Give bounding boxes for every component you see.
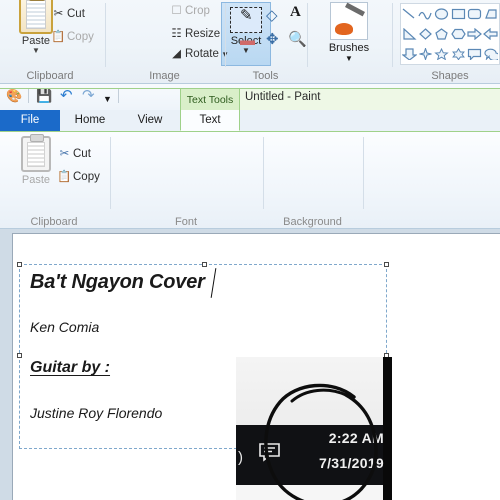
tab-home[interactable]: Home bbox=[60, 110, 120, 131]
image-group-label: Image bbox=[149, 70, 180, 82]
brushes-icon[interactable] bbox=[330, 2, 368, 40]
ribbon-group-image: Select ▼ ☐ Crop ☷ Resize ◢ Rotate ▼ Image bbox=[108, 0, 271, 84]
shape-down-arrow[interactable] bbox=[401, 44, 417, 64]
brushes-label: Brushes bbox=[328, 42, 370, 54]
pasted-screenshot-upper-area bbox=[236, 357, 384, 425]
clipboard-group-label-home: Clipboard bbox=[26, 70, 74, 82]
paste-icon bbox=[19, 0, 53, 34]
shape-pentagon[interactable] bbox=[434, 24, 450, 44]
shape-five-point-star[interactable] bbox=[434, 44, 450, 64]
copy-icon: 📋 bbox=[51, 31, 66, 43]
brushes-dropdown-caret-icon[interactable]: ▼ bbox=[310, 54, 388, 63]
shape-six-point-star[interactable] bbox=[450, 44, 466, 64]
shape-polygon[interactable] bbox=[483, 4, 499, 24]
fill-with-color-icon[interactable]: ◇ bbox=[266, 6, 278, 24]
shape-rounded-callout[interactable] bbox=[483, 44, 499, 64]
canvas-text-line-artist: Ken Comia bbox=[30, 319, 100, 335]
resize-handle-top-left[interactable] bbox=[17, 262, 22, 267]
ribbon-tab-strip: File Home View Text bbox=[0, 110, 500, 131]
resize-icon: ☷ bbox=[171, 28, 182, 40]
ribbon-group-shapes: Shapes bbox=[396, 0, 500, 84]
contextual-band-left bbox=[0, 88, 180, 110]
contextual-tab-group-title: Text Tools bbox=[180, 88, 240, 110]
shape-left-arrow[interactable] bbox=[483, 24, 499, 44]
tab-text[interactable]: Text bbox=[180, 110, 240, 131]
drawing-canvas[interactable]: Ba't Ngayon Cover Ken Comia Guitar by : … bbox=[12, 233, 500, 500]
pasted-right-edge-bar bbox=[383, 357, 392, 500]
resize-handle-middle-left[interactable] bbox=[17, 353, 22, 358]
resize-button[interactable]: ☷ Resize bbox=[168, 26, 220, 40]
resize-handle-top-right[interactable] bbox=[384, 262, 389, 267]
crop-icon: ☐ bbox=[171, 5, 182, 17]
canvas-text-line-title: Ba't Ngayon Cover bbox=[30, 271, 205, 293]
pasted-taskbar-screenshot[interactable]: ) 2:22 AM 7/31/2019 bbox=[236, 357, 392, 500]
shape-rectangular-callout[interactable] bbox=[466, 44, 482, 64]
resize-handle-top-center[interactable] bbox=[202, 262, 207, 267]
ribbon-group-background: Background bbox=[265, 132, 360, 229]
pasted-white-band bbox=[236, 485, 384, 500]
scissors-icon-text: ✂ bbox=[59, 148, 70, 160]
canvas-text-line-guitar-by: Guitar by : bbox=[30, 359, 111, 376]
shape-four-point-star[interactable] bbox=[417, 44, 433, 64]
font-group-label: Font bbox=[174, 216, 197, 228]
shapes-gallery[interactable] bbox=[400, 3, 500, 65]
text-caret bbox=[210, 268, 217, 298]
scissors-icon: ✂ bbox=[53, 8, 64, 20]
clipboard-group-label-text: Clipboard bbox=[30, 216, 78, 228]
ribbon-group-tools: ✎ ◇ A ▬ ✥ 🔍 Tools bbox=[228, 0, 307, 84]
magnifier-icon[interactable]: 🔍 bbox=[288, 30, 307, 48]
copy-button-home[interactable]: 📋Copy bbox=[50, 29, 94, 43]
eraser-icon[interactable]: ▬ bbox=[240, 32, 255, 49]
crop-button: ☐ Crop bbox=[168, 3, 210, 17]
shape-line[interactable] bbox=[401, 4, 417, 24]
cut-button-home[interactable]: ✂ Cut bbox=[50, 6, 85, 20]
volume-icon-partial: ) bbox=[238, 449, 243, 466]
shapes-group-label: Shapes bbox=[431, 70, 469, 82]
cut-button-text[interactable]: ✂ Cut bbox=[56, 146, 91, 160]
shape-curve[interactable] bbox=[417, 4, 433, 24]
rotate-icon: ◢ bbox=[172, 48, 181, 60]
shape-rectangle[interactable] bbox=[450, 4, 466, 24]
ribbon-group-font: Font bbox=[112, 132, 260, 229]
shape-hexagon[interactable] bbox=[450, 24, 466, 44]
copy-icon-text: 📋 bbox=[57, 171, 72, 183]
background-group-label: Background bbox=[283, 216, 342, 228]
workspace: Ba't Ngayon Cover Ken Comia Guitar by : … bbox=[0, 229, 500, 500]
ribbon-group-clipboard-text: Paste ✂ Cut 📋Copy Clipboard bbox=[0, 132, 108, 229]
shape-right-arrow[interactable] bbox=[466, 24, 482, 44]
color-picker-icon[interactable]: ✥ bbox=[266, 30, 279, 48]
paste-button-text: Paste bbox=[10, 134, 62, 186]
canvas-text-line-guitarist: Justine Roy Florendo bbox=[30, 405, 163, 421]
tools-group-label: Tools bbox=[252, 70, 279, 82]
home-ribbon-partial: Paste ▼ ✂ Cut 📋Copy Clipboard Select ▼ ☐ C… bbox=[0, 0, 500, 84]
shape-right-triangle[interactable] bbox=[401, 24, 417, 44]
text-tools-ribbon: Paste ✂Cut 📋Copy Clipboard Font Calibri … bbox=[0, 131, 500, 330]
copy-button-text[interactable]: 📋Copy bbox=[56, 169, 100, 183]
taskbar-clock-time: 2:22 AM bbox=[328, 430, 384, 446]
action-center-icon bbox=[258, 442, 282, 462]
rotate-button[interactable]: ◢ Rotate ▼ bbox=[168, 46, 229, 60]
text-edit-box[interactable]: Ba't Ngayon Cover Ken Comia Guitar by : … bbox=[17, 262, 392, 500]
paste-icon-disabled bbox=[21, 134, 51, 172]
shape-rounded-rectangle[interactable] bbox=[466, 4, 482, 24]
shape-diamond[interactable] bbox=[417, 24, 433, 44]
pencil-icon[interactable]: ✎ bbox=[240, 6, 253, 24]
shape-oval[interactable] bbox=[434, 4, 450, 24]
window-title-area: Untitled - Paint bbox=[245, 84, 500, 110]
tab-file[interactable]: File bbox=[0, 110, 60, 131]
paste-label-text: Paste bbox=[21, 174, 51, 186]
text-tool-icon[interactable]: A bbox=[290, 4, 301, 21]
ribbon-group-clipboard-home: Paste ▼ ✂ Cut 📋Copy Clipboard bbox=[0, 0, 100, 84]
paint-application-window: Paste ▼ ✂ Cut 📋Copy Clipboard Select ▼ ☐ C… bbox=[0, 0, 500, 500]
paste-dropdown-caret-icon[interactable]: ▼ bbox=[8, 47, 64, 55]
window-title: Untitled - Paint bbox=[245, 91, 321, 103]
taskbar-clock-date: 7/31/2019 bbox=[319, 455, 384, 471]
ribbon-group-brushes: Brushes ▼ bbox=[310, 0, 388, 84]
tab-view[interactable]: View bbox=[120, 110, 180, 131]
